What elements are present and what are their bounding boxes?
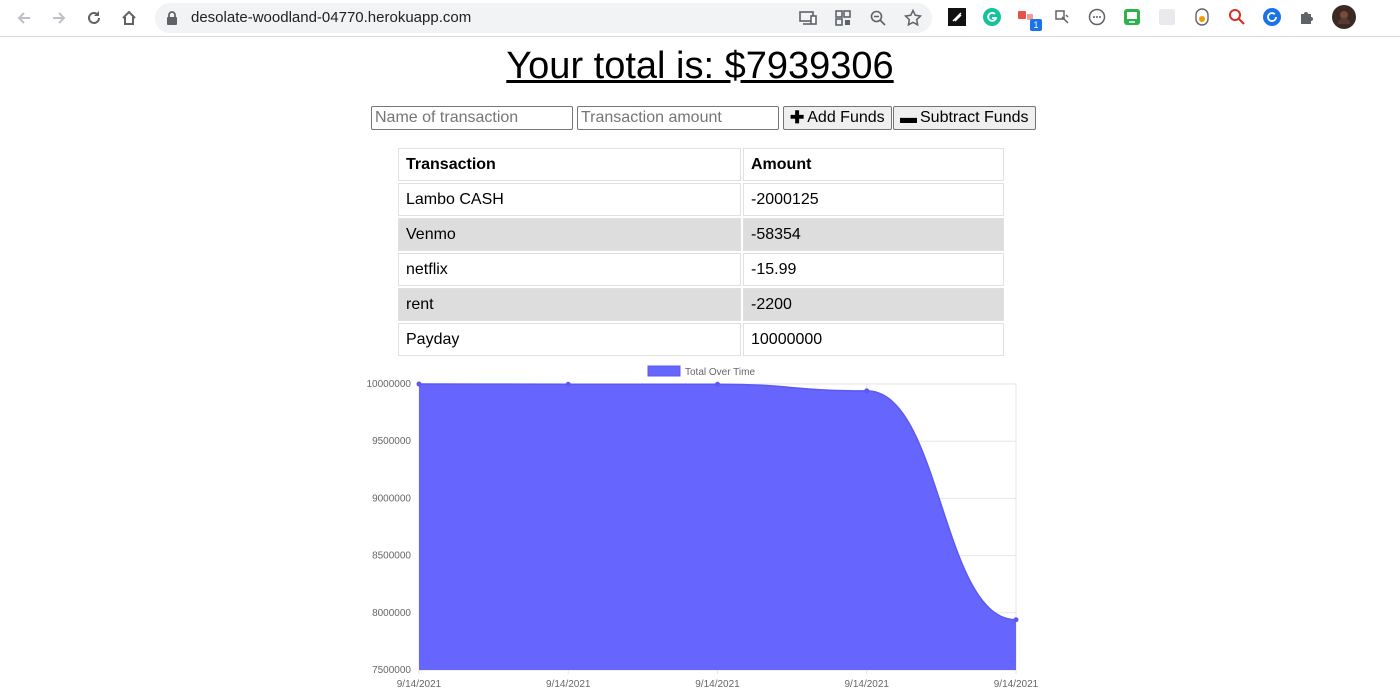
extension-dark-icon[interactable]: [947, 7, 967, 27]
y-tick-label: 8000000: [372, 608, 411, 619]
transactions-table: Transaction Amount Lambo CASH -2000125 V…: [396, 146, 1006, 358]
table-row: Payday 10000000: [398, 323, 1004, 356]
x-tick-label: 9/14/2021: [695, 679, 740, 690]
grammarly-icon[interactable]: [982, 7, 1002, 27]
data-point: [864, 388, 870, 394]
browser-toolbar: desolate-woodland-04770.herokuapp.com 1: [0, 0, 1400, 37]
transaction-name-cell: rent: [398, 288, 741, 321]
address-bar[interactable]: desolate-woodland-04770.herokuapp.com: [155, 3, 932, 33]
legend-label: Total Over Time: [685, 367, 755, 378]
add-funds-button[interactable]: ✚ Add Funds: [783, 106, 892, 130]
subtract-funds-button[interactable]: ▬ Subtract Funds: [893, 106, 1036, 130]
transaction-amount-cell: -58354: [743, 218, 1004, 251]
x-tick-label: 9/14/2021: [845, 679, 890, 690]
add-funds-label: Add Funds: [807, 109, 885, 126]
qr-code-icon[interactable]: [833, 8, 853, 28]
total-balance-heading: Your total is: $7939306: [506, 45, 894, 87]
subtract-funds-label: Subtract Funds: [920, 109, 1029, 126]
table-row: Venmo -58354: [398, 218, 1004, 251]
x-tick-label: 9/14/2021: [397, 679, 442, 690]
transaction-amount-cell: -2200: [743, 288, 1004, 321]
extension-screen-icon[interactable]: [1122, 7, 1142, 27]
transaction-name-cell: Venmo: [398, 218, 741, 251]
extension-refresh-icon[interactable]: [1262, 7, 1282, 27]
series-area: [419, 384, 1016, 670]
extension-blank-icon[interactable]: [1157, 7, 1177, 27]
y-tick-label: 7500000: [372, 665, 411, 676]
table-row: rent -2200: [398, 288, 1004, 321]
x-tick-label: 9/14/2021: [546, 679, 591, 690]
extension-capsule-icon[interactable]: [1192, 7, 1212, 27]
legend-swatch: [647, 365, 681, 377]
extension-ellipsis-icon[interactable]: [1087, 7, 1107, 27]
home-icon[interactable]: [115, 4, 143, 32]
y-tick-label: 9000000: [372, 493, 411, 504]
transaction-name-cell: Payday: [398, 323, 741, 356]
transaction-amount-cell: 10000000: [743, 323, 1004, 356]
y-tick-label: 8500000: [372, 551, 411, 562]
data-point: [1013, 617, 1019, 623]
data-point: [715, 381, 720, 387]
transaction-name-cell: netflix: [398, 253, 741, 286]
transaction-amount-input[interactable]: [577, 106, 779, 130]
search-icon[interactable]: [1227, 7, 1247, 27]
forward-icon[interactable]: [45, 4, 73, 32]
zoom-icon[interactable]: [868, 8, 888, 28]
extensions-puzzle-icon[interactable]: [1297, 7, 1317, 27]
extension-badge: 1: [1030, 19, 1042, 31]
plus-icon: ✚: [790, 108, 805, 127]
transaction-name-cell: Lambo CASH: [398, 183, 741, 216]
reload-icon[interactable]: [80, 4, 108, 32]
transaction-amount-cell: -2000125: [743, 183, 1004, 216]
data-point: [416, 381, 422, 387]
x-tick-label: 9/14/2021: [994, 679, 1039, 690]
total-over-time-chart: 10000000 9500000 9000000 8500000 8000000 7500…: [367, 365, 1039, 690]
y-tick-label: 10000000: [367, 379, 412, 390]
bookmark-star-icon[interactable]: [903, 8, 923, 28]
header-transaction: Transaction: [398, 148, 741, 181]
profile-avatar[interactable]: [1332, 5, 1356, 29]
url-text[interactable]: desolate-woodland-04770.herokuapp.com: [191, 9, 471, 26]
extension-translate-icon[interactable]: [1052, 7, 1072, 27]
header-amount: Amount: [743, 148, 1004, 181]
lock-icon[interactable]: [166, 10, 178, 31]
transaction-name-input[interactable]: [371, 106, 573, 130]
back-icon[interactable]: [10, 4, 38, 32]
data-point: [565, 381, 571, 387]
table-row: Lambo CASH -2000125: [398, 183, 1004, 216]
transaction-amount-cell: -15.99: [743, 253, 1004, 286]
install-app-icon[interactable]: [798, 8, 818, 28]
table-row: netflix -15.99: [398, 253, 1004, 286]
y-tick-label: 9500000: [372, 436, 411, 447]
table-header-row: Transaction Amount: [398, 148, 1004, 181]
minus-icon: ▬: [900, 108, 917, 127]
